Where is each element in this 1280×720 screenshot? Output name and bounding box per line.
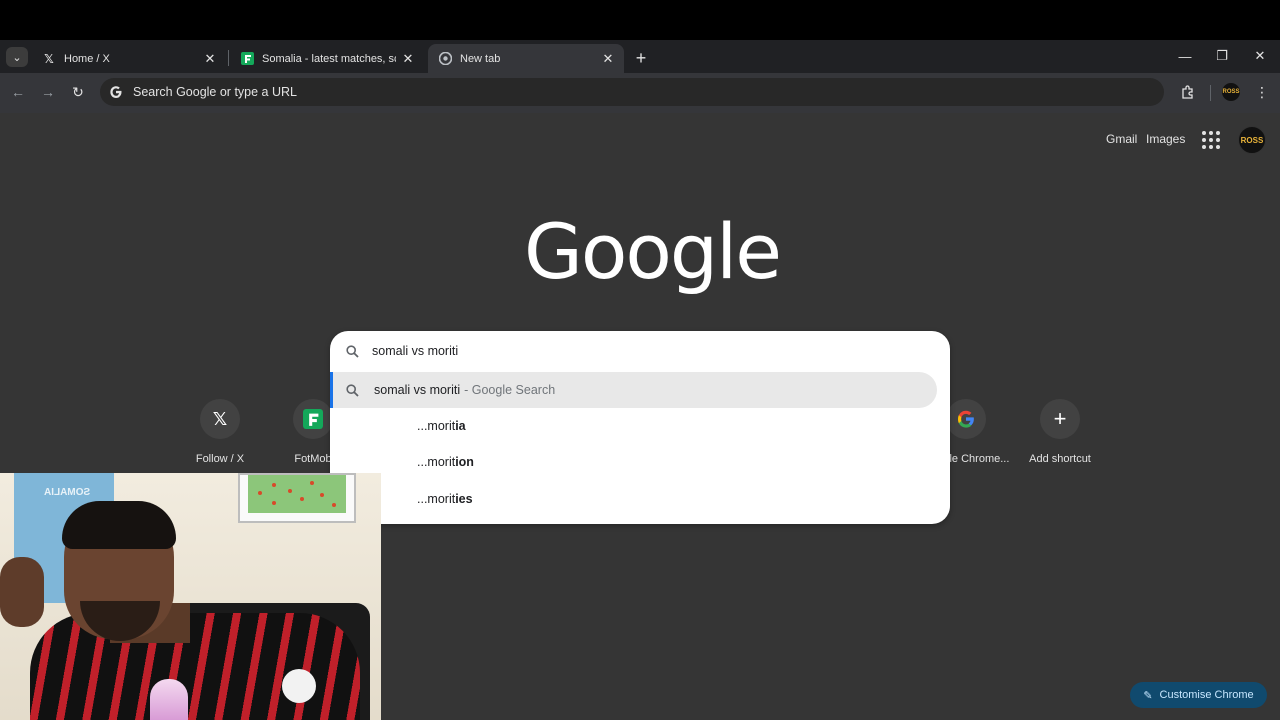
suggestion-completion: ion [455, 455, 474, 469]
search-input[interactable]: somali vs moriti [330, 331, 950, 371]
window-close-button[interactable]: ✕ [1249, 46, 1271, 66]
chevron-down-icon: ⌄ [12, 51, 22, 64]
suggestion-google-search[interactable]: somali vs moriti - Google Search [330, 372, 937, 408]
reload-icon: ↻ [72, 83, 84, 100]
gmail-link[interactable]: Gmail [1106, 132, 1137, 146]
person-hair [62, 501, 176, 549]
webcam-overlay: SOMALIA [0, 473, 381, 720]
person-shirt [30, 613, 360, 720]
tab-strip: ⌄ 𝕏 Home / X ✕ Somalia - latest matches,… [0, 40, 1280, 73]
tab-search-button[interactable]: ⌄ [6, 47, 28, 67]
browser-toolbar: ← → ↻ Search Google or type a URL ROSS ⋮ [0, 73, 1280, 113]
close-icon[interactable]: ✕ [202, 51, 218, 67]
back-button[interactable]: ← [8, 82, 28, 102]
account-avatar[interactable]: ROSS [1238, 126, 1266, 154]
tab-title: Somalia - latest matches, scores [262, 52, 396, 65]
new-tab-button[interactable]: + [631, 48, 651, 68]
tab-separator [228, 50, 229, 66]
avatar-text: ROSS [1222, 89, 1240, 95]
suggestion-typed: morit [427, 492, 456, 506]
suggestion-completion: ies [455, 492, 473, 506]
suggestion-prefix: ... [417, 419, 428, 433]
chrome-icon [438, 52, 452, 66]
shortcut-add[interactable]: + Add shortcut [1015, 399, 1105, 465]
person-hand [0, 557, 44, 627]
images-link[interactable]: Images [1146, 132, 1185, 146]
puzzle-icon [1181, 84, 1193, 99]
close-icon: ✕ [1254, 48, 1266, 63]
suggestion-source: - Google Search [464, 383, 556, 397]
suggestion-item[interactable]: ... morit ies [417, 487, 473, 511]
address-bar[interactable]: Search Google or type a URL [100, 78, 1164, 106]
shirt-badge [282, 669, 316, 703]
google-g-icon [107, 83, 125, 101]
pencil-icon: ✎ [1143, 689, 1153, 702]
customise-chrome-button[interactable]: ✎ Customise Chrome [1130, 682, 1267, 708]
jersey-text: SOMALIA [44, 487, 91, 498]
fotmob-icon [293, 399, 333, 439]
search-suggestions-dropdown: somali vs moriti somali vs moriti - Goog… [330, 331, 950, 524]
address-bar-placeholder: Search Google or type a URL [133, 85, 297, 99]
microphone [150, 679, 188, 720]
profile-avatar-button[interactable]: ROSS [1222, 83, 1240, 101]
suggestion-query: somali vs moriti [374, 383, 461, 397]
shortcut-label: Follow / X [195, 453, 245, 465]
shortcut-follow-x[interactable]: 𝕏 Follow / X [175, 399, 265, 465]
restore-icon: ❐ [1216, 48, 1228, 63]
x-logo-icon: 𝕏 [44, 51, 54, 66]
google-apps-icon[interactable] [1202, 131, 1220, 149]
screen-top-bar [0, 0, 1280, 40]
suggestion-item[interactable]: ... morit ion [417, 450, 474, 474]
extensions-button[interactable] [1178, 82, 1198, 102]
forward-arrow-icon: → [41, 84, 55, 100]
vertical-dots-icon: ⋮ [1255, 83, 1269, 100]
suggestion-prefix: ... [417, 492, 428, 506]
tactics-pitch [248, 475, 346, 513]
suggestion-completion: ia [455, 419, 466, 433]
tab-new-tab[interactable]: New tab ✕ [428, 44, 624, 73]
toolbar-separator [1210, 85, 1211, 101]
tab-somalia[interactable]: Somalia - latest matches, scores ✕ [230, 44, 424, 73]
tab-title: New tab [460, 52, 501, 65]
fotmob-icon [240, 52, 254, 66]
reload-button[interactable]: ↻ [68, 82, 88, 102]
suggestion-typed: morit [427, 455, 456, 469]
search-icon [344, 343, 360, 359]
plus-icon: + [1040, 399, 1080, 439]
close-icon[interactable]: ✕ [400, 51, 416, 67]
selection-indicator [330, 372, 333, 408]
shortcut-label: FotMob [294, 453, 332, 465]
suggestion-item[interactable]: ... morit ia [417, 414, 466, 438]
shortcut-label: Add shortcut [1029, 453, 1091, 465]
close-icon[interactable]: ✕ [600, 51, 616, 67]
avatar-text: ROSS [1240, 135, 1264, 145]
search-icon [344, 382, 360, 398]
suggestion-prefix: ... [417, 455, 428, 469]
tab-home-x[interactable]: 𝕏 Home / X ✕ [32, 44, 226, 73]
customise-label: Customise Chrome [1159, 689, 1254, 701]
tab-title: Home / X [64, 52, 110, 65]
restore-button[interactable]: ❐ [1211, 46, 1233, 66]
x-logo-icon: 𝕏 [200, 399, 240, 439]
chrome-menu-button[interactable]: ⋮ [1254, 82, 1270, 102]
forward-button[interactable]: → [38, 82, 58, 102]
google-logo: Google [524, 207, 782, 296]
minimize-icon: — [1178, 48, 1192, 64]
search-query-text: somali vs moriti [372, 344, 459, 358]
plus-icon: + [635, 47, 647, 68]
google-g-icon [946, 399, 986, 439]
suggestion-typed: morit [427, 419, 456, 433]
minimize-button[interactable]: — [1174, 46, 1196, 66]
back-arrow-icon: ← [11, 84, 25, 100]
